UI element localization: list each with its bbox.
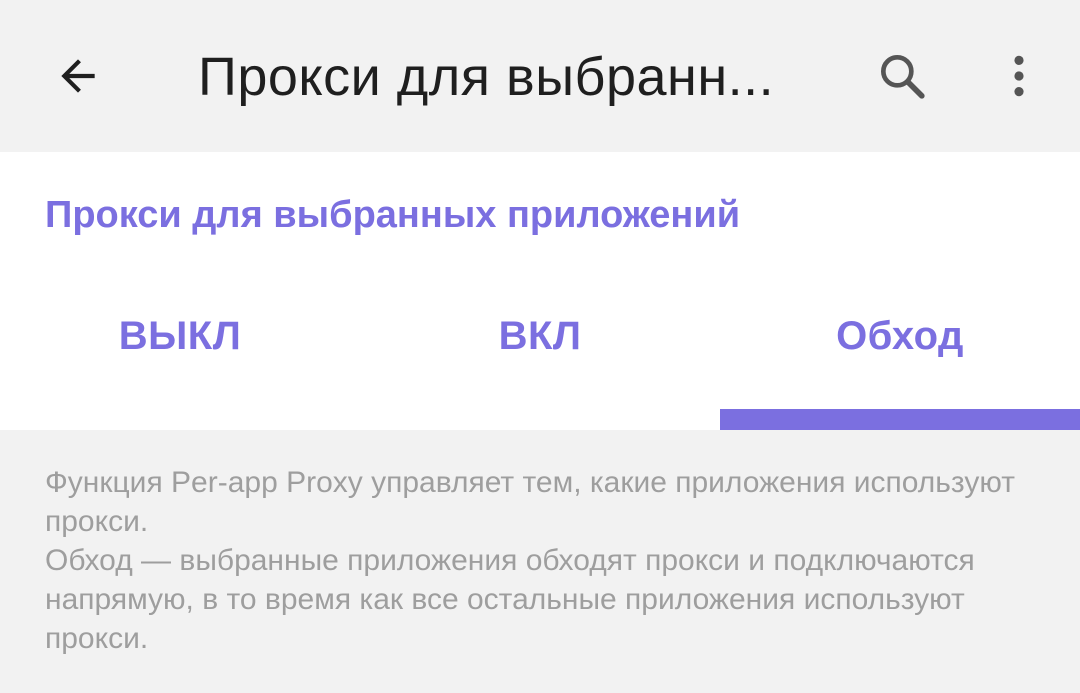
more-vert-icon: [1014, 55, 1024, 97]
back-button[interactable]: [38, 36, 118, 116]
search-button[interactable]: [862, 36, 942, 116]
description-text: Функция Per-app Proxy управляет тем, как…: [45, 463, 1045, 658]
description-line-2: Обход — выбранные приложения обходят про…: [45, 544, 975, 655]
tab-off-label: ВЫКЛ: [118, 314, 242, 358]
section-title: Прокси для выбранных приложений: [45, 194, 741, 236]
arrow-left-icon: [61, 59, 95, 93]
selected-tab-indicator: [720, 409, 1080, 430]
mode-card: Прокси для выбранных приложений ВЫКЛ ВКЛ…: [0, 152, 1080, 430]
tab-bypass[interactable]: Обход: [720, 292, 1080, 430]
search-icon: [881, 55, 925, 99]
tab-off[interactable]: ВЫКЛ: [0, 292, 360, 430]
more-options-button[interactable]: [979, 36, 1059, 116]
app-bar: Прокси для выбранн...: [0, 0, 1080, 152]
description-line-1: Функция Per-app Proxy управляет тем, как…: [45, 466, 1015, 538]
mode-tabs: ВЫКЛ ВКЛ Обход: [0, 292, 1080, 430]
tab-on-label: ВКЛ: [498, 314, 582, 358]
tab-on[interactable]: ВКЛ: [360, 292, 720, 430]
page-title: Прокси для выбранн...: [198, 47, 775, 107]
